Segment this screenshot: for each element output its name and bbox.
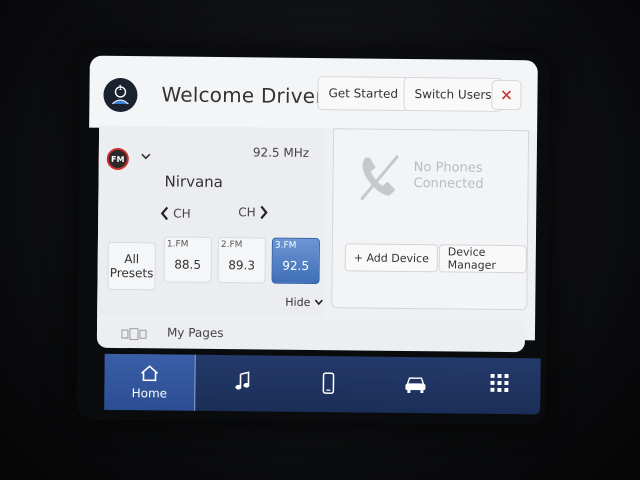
hide-label: Hide xyxy=(285,295,311,309)
preset-button-1[interactable]: 1.FM 88.5 xyxy=(163,236,212,283)
vehicle-icon[interactable] xyxy=(404,375,426,394)
nav-home-label: Home xyxy=(131,386,168,401)
add-device-button[interactable]: + Add Device xyxy=(344,243,439,273)
preset-label: 2.FM xyxy=(220,240,243,251)
all-presets-button[interactable]: All Presets xyxy=(107,241,156,291)
preset-value: 89.3 xyxy=(228,258,256,273)
get-started-button[interactable]: Get Started xyxy=(317,76,410,111)
nav-home-button[interactable]: Home xyxy=(104,353,196,411)
device-manager-button[interactable]: Device Manager xyxy=(438,244,527,274)
hide-presets-button[interactable]: Hide xyxy=(285,295,324,309)
preset-value: 88.5 xyxy=(174,257,202,272)
no-phones-status: No Phones Connected xyxy=(413,160,484,192)
welcome-banner: 1 Welcome Driver 1 Get Started Switch Us… xyxy=(89,55,538,133)
station-name: Nirvana xyxy=(164,172,223,192)
preset-value: 92.5 xyxy=(282,258,310,273)
phone-widget[interactable]: No Phones Connected + Add Device Device … xyxy=(331,128,530,311)
driver-avatar-icon: 1 xyxy=(103,77,138,113)
close-icon xyxy=(501,90,512,100)
fm-band-logo[interactable]: FM xyxy=(106,147,129,171)
music-note-icon[interactable] xyxy=(234,371,250,391)
chevron-left-icon xyxy=(160,206,169,221)
bottom-nav-bar: Home xyxy=(104,353,541,415)
channel-up-button[interactable]: CH xyxy=(238,205,269,219)
phone-disconnected-icon xyxy=(360,154,399,201)
apps-grid-icon[interactable] xyxy=(490,373,509,393)
ch-next-label: CH xyxy=(238,205,256,220)
chevron-right-icon xyxy=(260,205,269,220)
home-widgets-area: FM 92.5 MHz Nirvana CH CH All Presets 1.… xyxy=(96,125,538,341)
preset-label: 1.FM xyxy=(166,239,189,250)
phone-icon[interactable] xyxy=(322,372,335,394)
my-pages-label: My Pages xyxy=(166,325,224,341)
infotainment-screen: 1 Welcome Driver 1 Get Started Switch Us… xyxy=(86,54,541,419)
switch-users-button[interactable]: Switch Users xyxy=(403,76,503,112)
avatar-number: 1 xyxy=(118,83,123,92)
my-pages-icon xyxy=(121,328,147,341)
close-welcome-button[interactable] xyxy=(491,79,522,111)
my-pages-bar[interactable]: My Pages xyxy=(96,317,526,353)
home-icon xyxy=(141,365,159,382)
preset-label: 3.FM xyxy=(274,240,297,251)
ch-prev-label: CH xyxy=(173,206,191,221)
channel-down-button[interactable]: CH xyxy=(160,206,191,221)
preset-button-2[interactable]: 2.FM 89.3 xyxy=(217,237,266,284)
preset-button-3[interactable]: 3.FM 92.5 xyxy=(271,237,320,285)
chevron-down-icon xyxy=(314,299,324,306)
welcome-title: Welcome Driver 1 xyxy=(161,82,344,109)
chevron-down-icon[interactable] xyxy=(141,152,151,160)
radio-widget[interactable]: FM 92.5 MHz Nirvana CH CH All Presets 1.… xyxy=(97,125,326,319)
frequency-readout: 92.5 MHz xyxy=(252,145,310,160)
